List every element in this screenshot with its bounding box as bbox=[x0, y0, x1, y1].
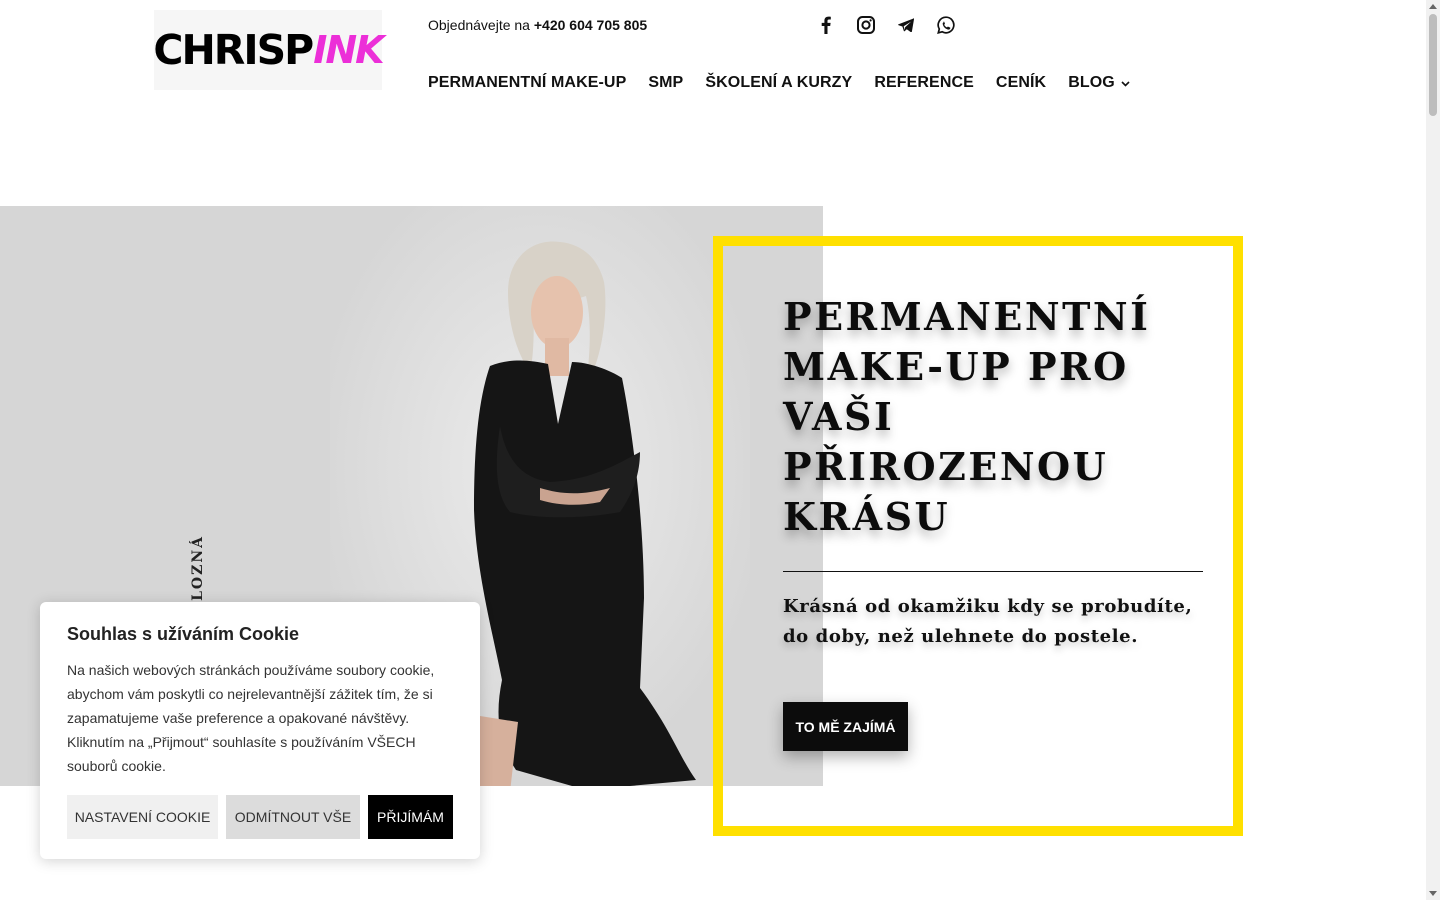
page-scrollbar[interactable] bbox=[1426, 0, 1440, 900]
phone-prefix: Objednávejte na bbox=[428, 17, 530, 33]
side-vertical-text: LOZNÁ bbox=[190, 535, 206, 601]
nav-item-skoleni-a-kurzy[interactable]: ŠKOLENÍ A KURZY bbox=[705, 74, 852, 92]
instagram-icon[interactable] bbox=[856, 14, 876, 36]
facebook-icon[interactable] bbox=[816, 14, 836, 36]
telegram-icon[interactable] bbox=[896, 14, 916, 36]
nav-item-label: REFERENCE bbox=[874, 74, 974, 91]
nav-item-label: SMP bbox=[648, 74, 684, 91]
phone-line: Objednávejte na +420 604 705 805 bbox=[428, 17, 647, 33]
headline-line: PŘIROZENOU bbox=[783, 444, 1109, 489]
main-nav: PERMANENTNÍ MAKE-UP SMP ŠKOLENÍ A KURZY … bbox=[428, 74, 1130, 92]
scroll-up-arrow-icon[interactable] bbox=[1429, 4, 1437, 9]
headline-line: MAKE-UP PRO bbox=[783, 344, 1129, 389]
headline-line: VAŠI bbox=[783, 394, 895, 439]
logo[interactable]: CHRISP INK bbox=[153, 10, 385, 90]
cookie-reject-button[interactable]: ODMÍTNOUT VŠE bbox=[226, 795, 360, 839]
scrollbar-thumb[interactable] bbox=[1429, 14, 1437, 116]
hero-headline: PERMANENTNÍ MAKE-UP PRO VAŠI PŘIROZENOU … bbox=[783, 292, 1223, 542]
headline-line: PERMANENTNÍ bbox=[783, 294, 1151, 339]
nav-item-label: BLOG bbox=[1068, 74, 1115, 91]
cookie-accept-button[interactable]: PŘIJÍMÁM bbox=[368, 795, 453, 839]
scroll-down-arrow-icon[interactable] bbox=[1429, 891, 1437, 896]
nav-item-label: CENÍK bbox=[995, 74, 1047, 91]
logo-text-main: CHRISP bbox=[153, 26, 314, 74]
social-links bbox=[816, 14, 956, 36]
nav-item-permanentni-make-up[interactable]: PERMANENTNÍ MAKE-UP bbox=[428, 74, 626, 92]
nav-item-reference[interactable]: REFERENCE bbox=[874, 74, 974, 92]
cookie-consent-dialog: Souhlas s užíváním Cookie Na našich webo… bbox=[40, 602, 480, 859]
nav-item-blog[interactable]: BLOG bbox=[1068, 74, 1130, 92]
nav-item-cenik[interactable]: CENÍK bbox=[996, 74, 1046, 92]
logo-text-accent: INK bbox=[313, 28, 384, 72]
cookie-text: Na našich webových stránkách používáme s… bbox=[67, 662, 435, 774]
nav-item-label: ŠKOLENÍ A KURZY bbox=[705, 74, 853, 91]
nav-item-label: PERMANENTNÍ MAKE-UP bbox=[428, 74, 627, 91]
nav-item-smp[interactable]: SMP bbox=[648, 74, 683, 92]
cta-button[interactable]: TO MĚ ZAJÍMÁ bbox=[783, 702, 908, 751]
hero-subtext: Krásná od okamžiku kdy se probudíte, do … bbox=[783, 596, 1193, 647]
cookie-title: Souhlas s užíváním Cookie bbox=[67, 624, 300, 644]
divider bbox=[783, 571, 1203, 572]
cookie-settings-button[interactable]: NASTAVENÍ COOKIE bbox=[67, 795, 218, 839]
chevron-down-icon bbox=[1121, 74, 1130, 92]
headline-line: KRÁSU bbox=[783, 494, 951, 539]
whatsapp-icon[interactable] bbox=[936, 14, 956, 36]
phone-number[interactable]: +420 604 705 805 bbox=[534, 17, 647, 33]
